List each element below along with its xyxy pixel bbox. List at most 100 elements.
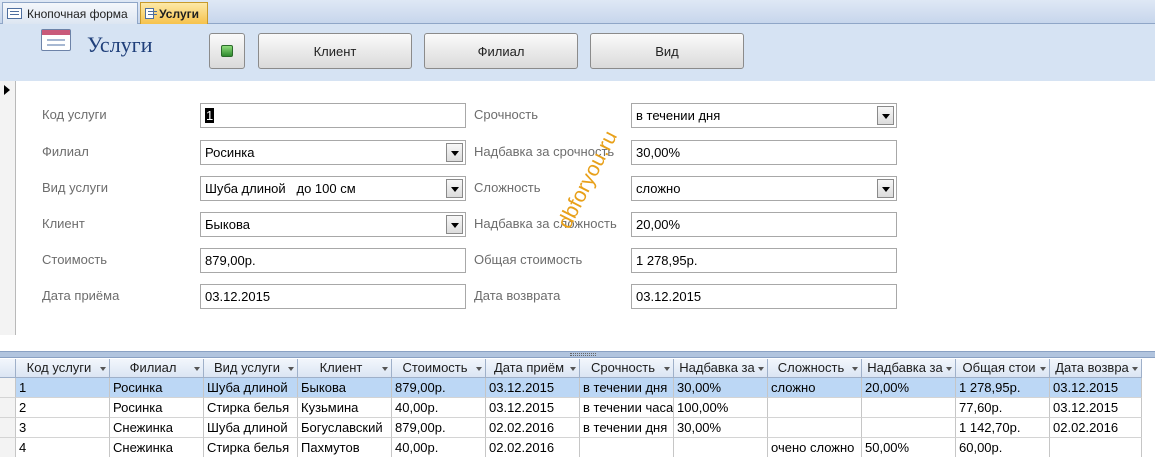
table-cell[interactable]: очено сложно bbox=[768, 438, 862, 457]
column-header[interactable]: Надбавка за bbox=[674, 359, 768, 378]
column-header[interactable]: Надбавка за bbox=[862, 359, 956, 378]
table-cell[interactable]: 4 bbox=[16, 438, 110, 457]
sort-dropdown-icon[interactable] bbox=[288, 367, 294, 371]
split-form-divider[interactable] bbox=[0, 351, 1155, 358]
table-cell[interactable]: сложно bbox=[768, 378, 862, 398]
table-cell[interactable]: Богуславский bbox=[298, 418, 392, 438]
column-header[interactable]: Вид услуги bbox=[204, 359, 298, 378]
column-header[interactable]: Код услуги bbox=[16, 359, 110, 378]
tab-services[interactable]: Услуги bbox=[140, 2, 208, 24]
urgency-combo[interactable]: в течении дня bbox=[631, 103, 897, 128]
table-cell[interactable] bbox=[768, 418, 862, 438]
table-cell[interactable]: Снежинка bbox=[110, 418, 204, 438]
table-cell[interactable]: Быкова bbox=[298, 378, 392, 398]
table-cell[interactable]: 03.12.2015 bbox=[486, 378, 580, 398]
table-cell[interactable]: Кузьмина bbox=[298, 398, 392, 418]
row-selector[interactable] bbox=[0, 418, 16, 438]
tab-switchboard[interactable]: Кнопочная форма bbox=[2, 2, 138, 24]
column-header[interactable]: Стоимость bbox=[392, 359, 486, 378]
service-type-button[interactable]: Вид bbox=[590, 33, 744, 69]
client-button[interactable]: Клиент bbox=[258, 33, 412, 69]
table-cell[interactable]: 40,00р. bbox=[392, 398, 486, 418]
service-type-combo[interactable]: Шуба длиной до 100 см bbox=[200, 176, 466, 201]
table-cell[interactable]: 03.12.2015 bbox=[486, 398, 580, 418]
column-header[interactable]: Общая стои bbox=[956, 359, 1050, 378]
table-cell[interactable] bbox=[862, 398, 956, 418]
table-cell[interactable]: 879,00р. bbox=[392, 418, 486, 438]
select-all-corner[interactable] bbox=[0, 359, 16, 378]
intake-date-field[interactable]: 03.12.2015 bbox=[200, 284, 466, 309]
table-cell[interactable]: Шуба длиной bbox=[204, 378, 298, 398]
table-cell[interactable]: 3 bbox=[16, 418, 110, 438]
table-cell[interactable] bbox=[1050, 438, 1142, 457]
splitter-grip-icon[interactable] bbox=[570, 353, 596, 356]
table-cell[interactable]: в течении дня bbox=[580, 378, 674, 398]
table-cell[interactable]: 1 278,95р. bbox=[956, 378, 1050, 398]
return-date-field[interactable]: 03.12.2015 bbox=[631, 284, 897, 309]
record-selector[interactable] bbox=[0, 81, 16, 335]
table-cell[interactable]: в течении часа bbox=[580, 398, 674, 418]
row-selector[interactable] bbox=[0, 438, 16, 457]
table-cell[interactable]: Снежинка bbox=[110, 438, 204, 457]
table-cell[interactable]: 1 bbox=[16, 378, 110, 398]
column-header[interactable]: Клиент bbox=[298, 359, 392, 378]
table-cell[interactable]: 60,00р. bbox=[956, 438, 1050, 457]
column-header[interactable]: Срочность bbox=[580, 359, 674, 378]
table-cell[interactable]: Росинка bbox=[110, 378, 204, 398]
table-cell[interactable]: 2 bbox=[16, 398, 110, 418]
table-cell[interactable]: Стирка белья bbox=[204, 398, 298, 418]
client-combo[interactable]: Быкова bbox=[200, 212, 466, 237]
table-cell[interactable] bbox=[768, 398, 862, 418]
sort-dropdown-icon[interactable] bbox=[664, 367, 670, 371]
table-cell[interactable]: 30,00% bbox=[674, 418, 768, 438]
sort-dropdown-icon[interactable] bbox=[382, 367, 388, 371]
table-cell[interactable]: 40,00р. bbox=[392, 438, 486, 457]
table-cell[interactable]: Росинка bbox=[110, 398, 204, 418]
table-cell[interactable]: 20,00% bbox=[862, 378, 956, 398]
sort-dropdown-icon[interactable] bbox=[946, 367, 952, 371]
row-selector[interactable] bbox=[0, 378, 16, 398]
row-selector[interactable] bbox=[0, 398, 16, 418]
table-cell[interactable]: Шуба длиной bbox=[204, 418, 298, 438]
sort-dropdown-icon[interactable] bbox=[570, 367, 576, 371]
table-cell[interactable]: 50,00% bbox=[862, 438, 956, 457]
sort-dropdown-icon[interactable] bbox=[100, 367, 106, 371]
complexity-surcharge-field[interactable]: 20,00% bbox=[631, 212, 897, 237]
table-cell[interactable]: 77,60р. bbox=[956, 398, 1050, 418]
table-cell[interactable]: 02.02.2016 bbox=[486, 418, 580, 438]
table-cell[interactable]: Пахмутов bbox=[298, 438, 392, 457]
cost-field[interactable]: 879,00р. bbox=[200, 248, 466, 273]
column-header[interactable]: Филиал bbox=[110, 359, 204, 378]
exit-button[interactable] bbox=[209, 33, 245, 69]
table-cell[interactable]: в течении дня bbox=[580, 418, 674, 438]
column-header[interactable]: Дата возвра bbox=[1050, 359, 1142, 378]
table-cell[interactable]: 02.02.2016 bbox=[1050, 418, 1142, 438]
dropdown-arrow-icon[interactable] bbox=[877, 106, 894, 125]
table-cell[interactable]: 02.02.2016 bbox=[486, 438, 580, 457]
service-code-field[interactable]: 1 bbox=[200, 103, 466, 128]
table-cell[interactable]: 100,00% bbox=[674, 398, 768, 418]
sort-dropdown-icon[interactable] bbox=[758, 367, 764, 371]
column-header[interactable]: Дата приём bbox=[486, 359, 580, 378]
dropdown-arrow-icon[interactable] bbox=[446, 215, 463, 234]
table-cell[interactable] bbox=[674, 438, 768, 457]
column-header[interactable]: Сложность bbox=[768, 359, 862, 378]
table-cell[interactable]: 03.12.2015 bbox=[1050, 398, 1142, 418]
complexity-combo[interactable]: сложно bbox=[631, 176, 897, 201]
dropdown-arrow-icon[interactable] bbox=[446, 179, 463, 198]
sort-dropdown-icon[interactable] bbox=[852, 367, 858, 371]
table-cell[interactable] bbox=[580, 438, 674, 457]
branch-button[interactable]: Филиал bbox=[424, 33, 578, 69]
dropdown-arrow-icon[interactable] bbox=[446, 143, 463, 162]
sort-dropdown-icon[interactable] bbox=[476, 367, 482, 371]
urgency-surcharge-field[interactable]: 30,00% bbox=[631, 140, 897, 165]
table-cell[interactable]: 03.12.2015 bbox=[1050, 378, 1142, 398]
sort-dropdown-icon[interactable] bbox=[1132, 367, 1138, 371]
sort-dropdown-icon[interactable] bbox=[1040, 367, 1046, 371]
dropdown-arrow-icon[interactable] bbox=[877, 179, 894, 198]
total-cost-field[interactable]: 1 278,95р. bbox=[631, 248, 897, 273]
sort-dropdown-icon[interactable] bbox=[194, 367, 200, 371]
table-cell[interactable]: Стирка белья bbox=[204, 438, 298, 457]
table-cell[interactable] bbox=[862, 418, 956, 438]
branch-combo[interactable]: Росинка bbox=[200, 140, 466, 165]
